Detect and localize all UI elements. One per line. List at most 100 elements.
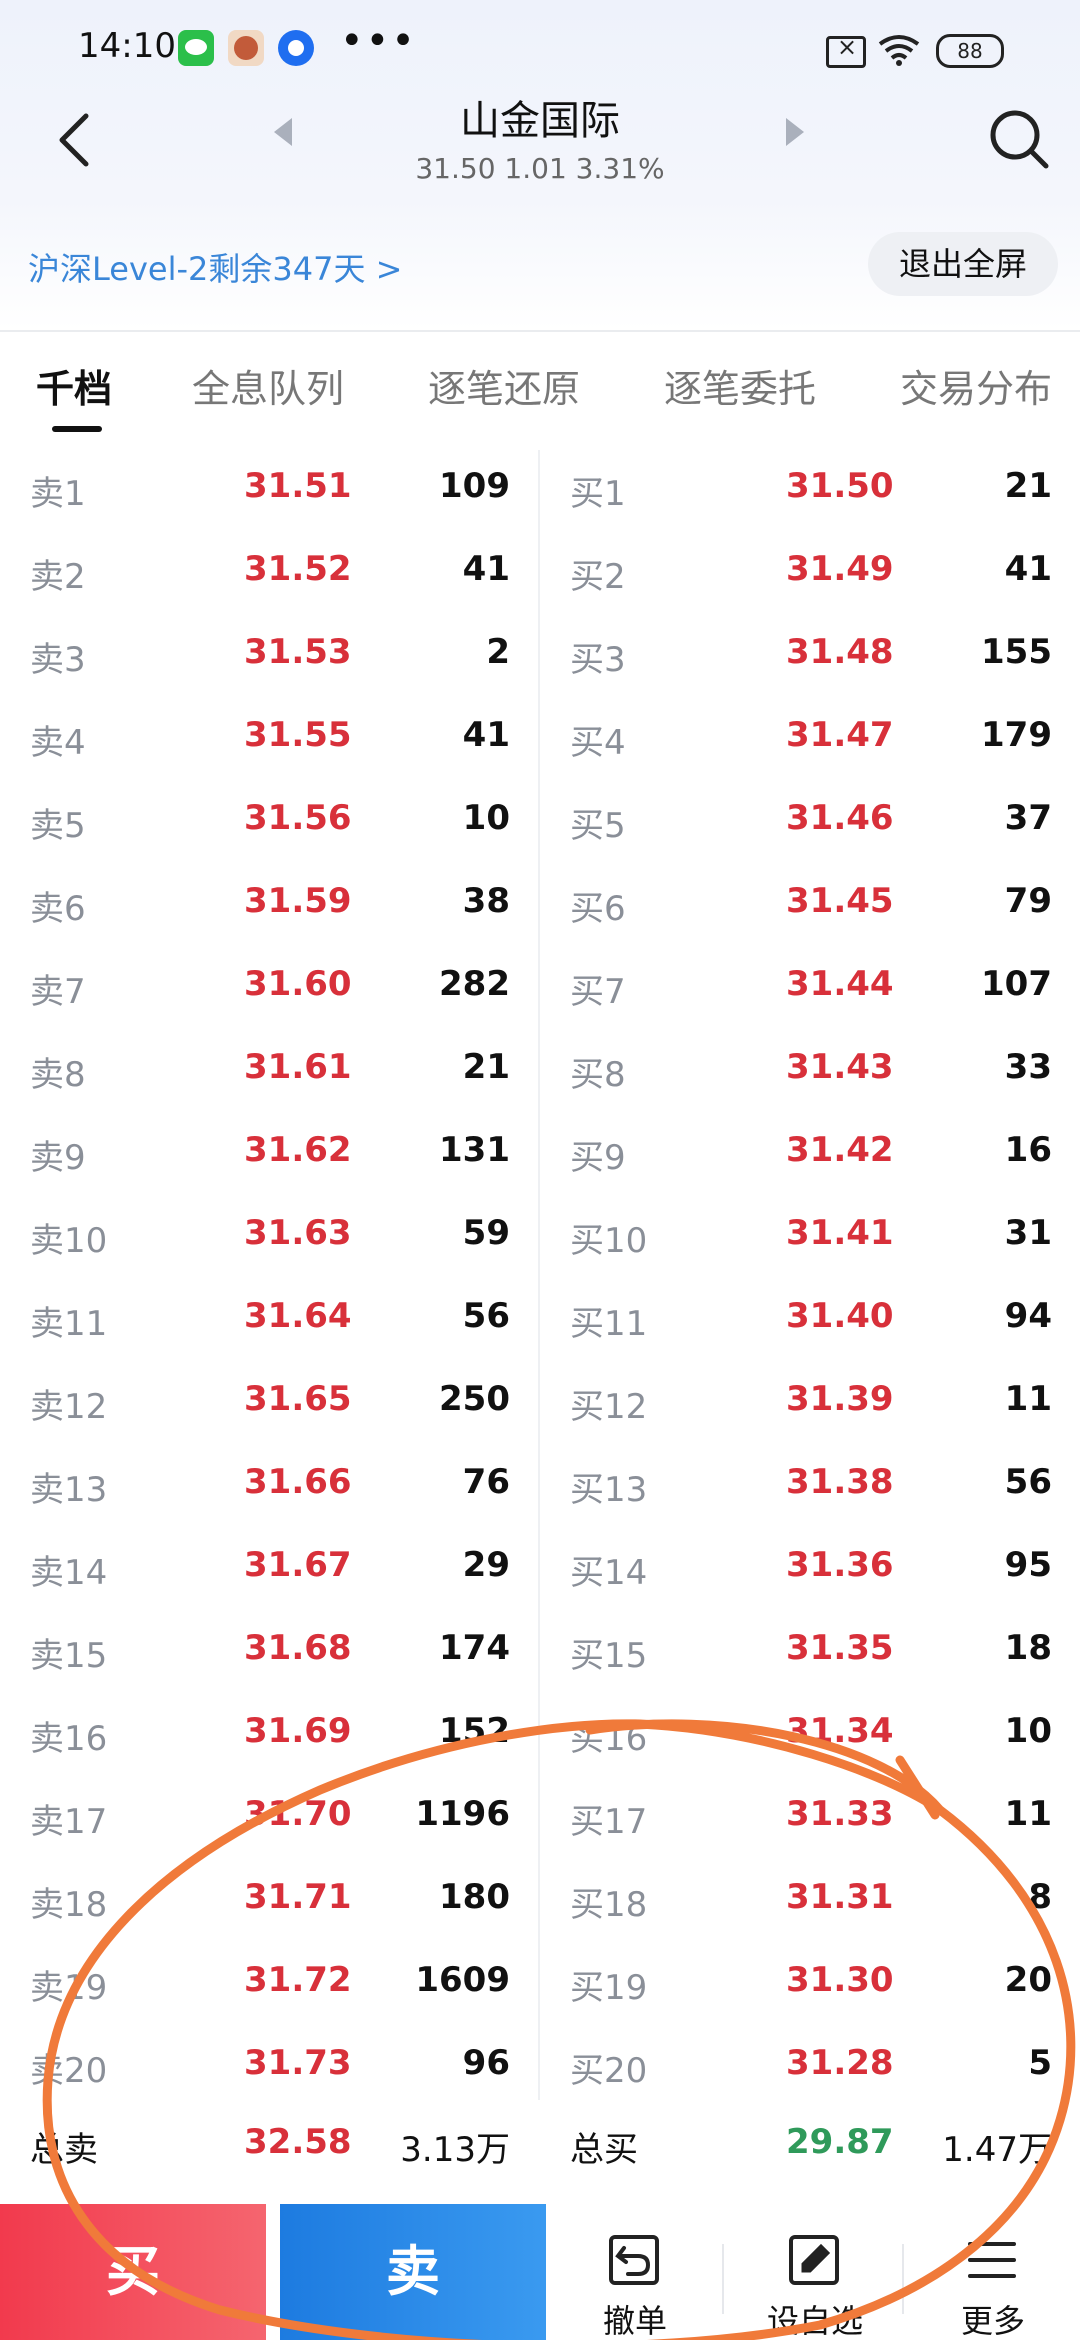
next-stock-icon[interactable]	[786, 118, 804, 146]
order-book-row: 卖13 31.66 76 买13 31.38 56	[0, 1446, 1080, 1529]
total-buy-price: 29.87	[786, 2122, 894, 2162]
search-icon[interactable]	[988, 108, 1050, 170]
sell-quantity: 131	[439, 1130, 510, 1170]
buy-level-label: 买18	[570, 1885, 648, 1925]
buy-quantity: 11	[1004, 1379, 1052, 1419]
sell-price: 31.72	[244, 1960, 352, 2000]
sell-level-label: 卖7	[30, 972, 86, 1012]
withdraw-order-button[interactable]: 撤单	[550, 2204, 720, 2340]
sell-quantity: 56	[462, 1296, 510, 1336]
buy-button[interactable]: 买	[0, 2204, 266, 2340]
buy-quantity: 95	[1004, 1545, 1052, 1585]
buy-price: 31.43	[786, 1047, 894, 1087]
sell-price: 31.64	[244, 1296, 352, 1336]
buy-level-label: 买14	[570, 1553, 648, 1593]
sell-price: 31.67	[244, 1545, 352, 1585]
sell-level-label: 卖3	[30, 640, 86, 680]
tab-quanxi-queue[interactable]: 全息队列	[192, 358, 344, 413]
buy-price: 31.46	[786, 798, 894, 838]
sell-button[interactable]: 卖	[280, 2204, 546, 2340]
buy-quantity: 107	[981, 964, 1052, 1004]
tab-tick-restore[interactable]: 逐笔还原	[428, 358, 580, 413]
sell-level-label: 卖5	[30, 806, 86, 846]
total-buy-qty: 1.47万	[942, 2130, 1052, 2170]
order-book-row: 卖8 31.61 21 买8 31.43 33	[0, 1031, 1080, 1114]
buy-level-label: 买17	[570, 1802, 648, 1842]
total-sell-label: 总卖	[30, 2130, 98, 2170]
active-tab-indicator	[52, 426, 102, 432]
sell-price: 31.68	[244, 1628, 352, 1668]
sell-quantity: 180	[439, 1877, 510, 1917]
sell-price: 31.62	[244, 1130, 352, 1170]
buy-quantity: 8	[1028, 1877, 1052, 1917]
bottom-action-bar: 买 卖 撤单 设自选 更多	[0, 2204, 1080, 2340]
previous-stock-icon[interactable]	[274, 118, 292, 146]
sell-quantity: 38	[462, 881, 510, 921]
sell-quantity: 282	[439, 964, 510, 1004]
sell-quantity: 41	[462, 549, 510, 589]
tab-bar: 千档 全息队列 逐笔还原 逐笔委托 交易分布	[0, 350, 1080, 440]
buy-level-label: 买13	[570, 1470, 648, 1510]
sell-level-label: 卖13	[30, 1470, 108, 1510]
buy-level-label: 买15	[570, 1636, 648, 1676]
sell-price: 31.56	[244, 798, 352, 838]
tab-tick-orders[interactable]: 逐笔委托	[664, 358, 816, 413]
buy-price: 31.41	[786, 1213, 894, 1253]
order-book-row: 卖7 31.60 282 买7 31.44 107	[0, 948, 1080, 1031]
buy-level-label: 买19	[570, 1968, 648, 2008]
tab-qiandang[interactable]: 千档	[36, 358, 112, 413]
add-watchlist-button[interactable]: 设自选	[730, 2204, 900, 2340]
stock-quote: 31.50 1.01 3.31%	[415, 152, 665, 185]
menu-icon	[968, 2242, 1016, 2278]
buy-level-label: 买1	[570, 474, 626, 514]
sell-price: 31.73	[244, 2043, 352, 2083]
exit-fullscreen-button[interactable]: 退出全屏	[868, 232, 1058, 296]
level2-subscription-link[interactable]: 沪深Level-2剩余347天 >	[28, 244, 402, 290]
buy-quantity: 33	[1004, 1047, 1052, 1087]
sell-quantity: 152	[439, 1711, 510, 1751]
tab-trade-distribution[interactable]: 交易分布	[900, 358, 1052, 413]
sell-quantity: 29	[462, 1545, 510, 1585]
back-arrow-icon[interactable]	[52, 110, 100, 170]
buy-quantity: 18	[1004, 1628, 1052, 1668]
buy-quantity: 56	[1004, 1462, 1052, 1502]
sell-level-label: 卖9	[30, 1138, 86, 1178]
buy-quantity: 41	[1004, 549, 1052, 589]
buy-quantity: 155	[981, 632, 1052, 672]
order-book-row: 卖18 31.71 180 买18 31.31 8	[0, 1861, 1080, 1944]
buy-price: 31.38	[786, 1462, 894, 1502]
buy-price: 31.33	[786, 1794, 894, 1834]
tool-separator	[902, 2244, 904, 2314]
order-book-row: 卖17 31.70 1196 买17 31.33 11	[0, 1778, 1080, 1861]
buy-price: 31.36	[786, 1545, 894, 1585]
stock-title: 山金国际	[460, 98, 620, 144]
buy-quantity: 5	[1028, 2043, 1052, 2083]
buy-price: 31.39	[786, 1379, 894, 1419]
sell-level-label: 卖16	[30, 1719, 108, 1759]
order-book-row: 卖12 31.65 250 买12 31.39 11	[0, 1363, 1080, 1446]
sell-price: 31.69	[244, 1711, 352, 1751]
more-button[interactable]: 更多	[908, 2204, 1078, 2340]
wifi-icon	[878, 35, 920, 66]
order-book-row: 卖6 31.59 38 买6 31.45 79	[0, 865, 1080, 948]
buy-price: 31.50	[786, 466, 894, 506]
buy-price: 31.28	[786, 2043, 894, 2083]
sell-quantity: 41	[462, 715, 510, 755]
order-book-row: 卖3 31.53 2 买3 31.48 155	[0, 616, 1080, 699]
sell-quantity: 250	[439, 1379, 510, 1419]
sell-level-label: 卖20	[30, 2051, 108, 2091]
sell-price: 31.65	[244, 1379, 352, 1419]
buy-level-label: 买9	[570, 1138, 626, 1178]
tool-separator	[722, 2244, 724, 2314]
sell-level-label: 卖8	[30, 1055, 86, 1095]
buy-level-label: 买8	[570, 1055, 626, 1095]
sell-price: 31.53	[244, 632, 352, 672]
order-book-row: 卖4 31.55 41 买4 31.47 179	[0, 699, 1080, 782]
add-watchlist-label: 设自选	[766, 2302, 863, 2340]
sell-price: 31.51	[244, 466, 352, 506]
order-book-row: 卖15 31.68 174 买15 31.35 18	[0, 1612, 1080, 1695]
sell-level-label: 卖19	[30, 1968, 108, 2008]
order-book-row: 卖9 31.62 131 买9 31.42 16	[0, 1114, 1080, 1197]
buy-level-label: 买16	[570, 1719, 648, 1759]
sell-price: 31.52	[244, 549, 352, 589]
